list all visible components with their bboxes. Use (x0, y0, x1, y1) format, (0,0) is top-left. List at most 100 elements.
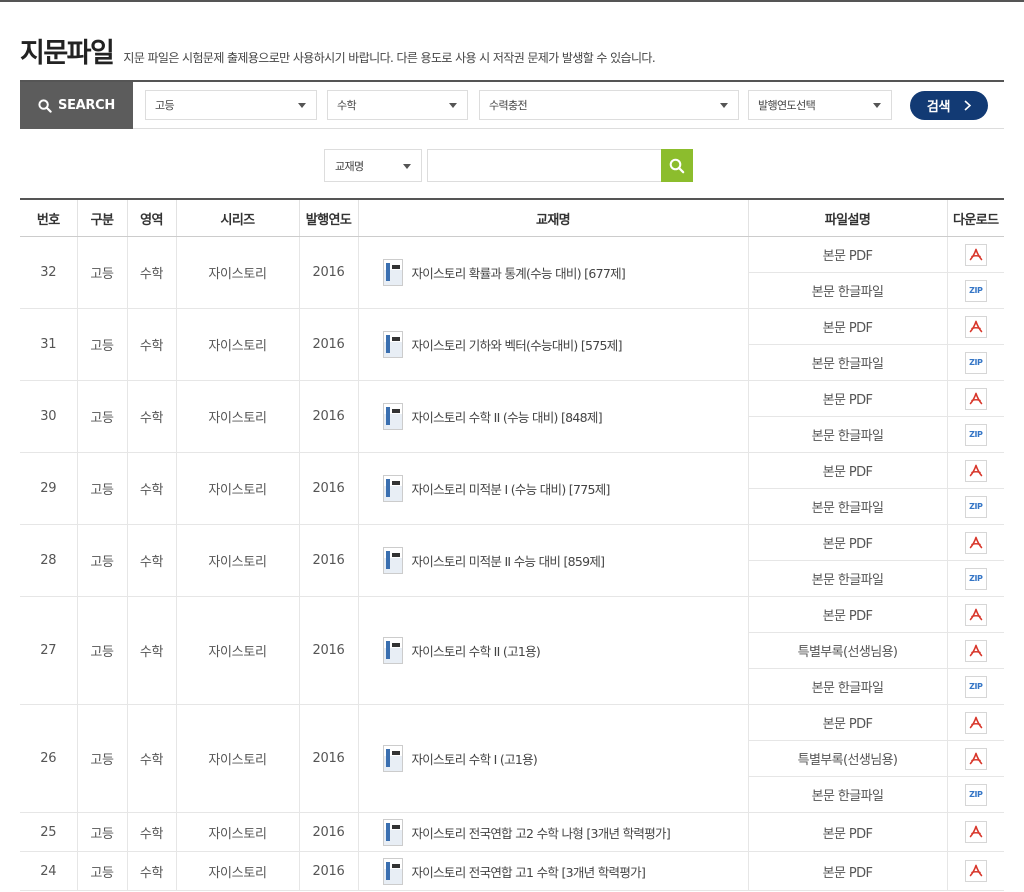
download-cell: ZIP (947, 416, 1004, 453)
caret-down-icon (720, 103, 728, 108)
book-link[interactable]: 자이스토리 수학 II (고1용) (382, 637, 748, 664)
pdf-icon (969, 716, 983, 728)
pdf-download-button[interactable] (964, 459, 987, 482)
file-description: 본문 PDF (822, 249, 873, 264)
zip-icon: ZIP (969, 285, 983, 295)
download-cell (947, 704, 1004, 741)
column-header: 시리즈 (176, 198, 300, 237)
file-description-cell: 특별부록(선생님용) (748, 740, 948, 777)
file-description-cell: 본문 PDF (748, 452, 948, 489)
zip-icon: ZIP (969, 573, 983, 583)
book-cover-thumbnail (382, 818, 403, 846)
row-book: 자이스토리 전국연합 고2 수학 나형 [3개년 학력평가] (358, 812, 749, 852)
row-number: 32 (20, 236, 78, 309)
file-description: 본문 한글파일 (811, 573, 884, 588)
chevron-right-icon (964, 100, 972, 111)
row-year: 2016 (299, 380, 359, 453)
category-select-value: 수력충전 (489, 99, 528, 112)
row-year: 2016 (299, 596, 359, 705)
search-button-label: 검색 (926, 100, 951, 115)
level-select[interactable]: 고등 (145, 90, 317, 120)
row-year: 2016 (299, 308, 359, 381)
zip-download-button[interactable]: ZIP (964, 495, 987, 518)
book-title: 자이스토리 수학 II (고1용) (411, 644, 541, 659)
pdf-download-button[interactable] (964, 243, 987, 266)
table-row: 26 고등 수학 자이스토리 2016 자이스토리 수학 I (고1용) 본문 PDF (20, 704, 1004, 813)
book-cover-thumbnail (382, 259, 403, 286)
book-link[interactable]: 자이스토리 미적분 I (수능 대비) [775제] (382, 475, 748, 502)
row-number: 25 (20, 812, 78, 852)
keyword-search-button[interactable] (661, 149, 693, 182)
book-link[interactable]: 자이스토리 전국연합 고1 수학 [3개년 학력평가] (382, 857, 748, 885)
file-description: 본문 한글파일 (811, 285, 884, 300)
file-description: 본문 한글파일 (811, 681, 884, 696)
row-series: 자이스토리 (176, 236, 300, 309)
file-description: 본문 PDF (822, 465, 873, 480)
book-cover-thumbnail (382, 547, 403, 574)
zip-download-button[interactable]: ZIP (964, 567, 987, 590)
column-header: 교재명 (358, 198, 749, 237)
book-title: 자이스토리 미적분 II 수능 대비 [859제] (411, 554, 606, 569)
book-title: 자이스토리 확률과 통계(수능 대비) [677제] (411, 266, 626, 281)
zip-download-button[interactable]: ZIP (964, 351, 987, 374)
file-description-cell: 본문 PDF (748, 236, 948, 273)
book-link[interactable]: 자이스토리 수학 II (수능 대비) [848제] (382, 403, 748, 430)
page-description: 지문 파일은 시험문제 출제용으로만 사용하시기 바랍니다. 다른 용도로 사용… (123, 51, 656, 65)
pdf-download-button[interactable] (964, 860, 987, 882)
pdf-icon (969, 464, 983, 476)
subject-select[interactable]: 수학 (327, 90, 468, 120)
book-title: 자이스토리 기하와 벡터(수능대비) [575제] (411, 338, 623, 353)
title-row: 지문파일 지문 파일은 시험문제 출제용으로만 사용하시기 바랍니다. 다른 용… (20, 36, 656, 70)
top-divider (0, 0, 1024, 2)
zip-download-button[interactable]: ZIP (964, 675, 987, 698)
row-level: 고등 (77, 236, 128, 309)
download-cell (947, 524, 1004, 561)
row-number: 28 (20, 524, 78, 597)
pdf-download-button[interactable] (964, 531, 987, 554)
zip-download-button[interactable]: ZIP (964, 423, 987, 446)
file-description-cell: 본문 PDF (748, 704, 948, 741)
search-icon (38, 98, 52, 113)
pdf-download-button[interactable] (964, 387, 987, 410)
file-description: 본문 PDF (822, 537, 873, 552)
row-level: 고등 (77, 596, 128, 705)
search-bar: SEARCH 고등 수학 수력충전 발행연도선택 검색 (20, 80, 1004, 129)
row-level: 고등 (77, 308, 128, 381)
book-title: 자이스토리 전국연합 고2 수학 나형 [3개년 학력평가] (411, 825, 671, 841)
row-series: 자이스토리 (176, 812, 300, 852)
pdf-download-button[interactable] (964, 603, 987, 626)
row-level: 고등 (77, 452, 128, 525)
caret-down-icon (403, 164, 411, 169)
pdf-download-button[interactable] (964, 639, 987, 662)
table-row: 29 고등 수학 자이스토리 2016 자이스토리 미적분 I (수능 대비) [775제… (20, 452, 1004, 525)
pdf-download-button[interactable] (964, 711, 987, 734)
keyword-input[interactable] (427, 149, 662, 182)
pdf-icon (969, 825, 983, 838)
book-cover-thumbnail (382, 403, 403, 430)
file-description-cell: 본문 한글파일 (748, 668, 948, 705)
year-select[interactable]: 발행연도선택 (748, 90, 892, 120)
column-header: 파일설명 (748, 198, 948, 237)
pdf-download-button[interactable] (964, 821, 987, 843)
book-link[interactable]: 자이스토리 전국연합 고2 수학 나형 [3개년 학력평가] (382, 818, 748, 846)
category-select[interactable]: 수력충전 (479, 90, 739, 120)
row-subject: 수학 (127, 851, 177, 891)
file-description-cell: 본문 PDF (748, 308, 948, 345)
book-link[interactable]: 자이스토리 확률과 통계(수능 대비) [677제] (382, 259, 748, 286)
download-cell: ZIP (947, 272, 1004, 309)
zip-download-button[interactable]: ZIP (964, 279, 987, 302)
zip-download-button[interactable]: ZIP (964, 783, 987, 806)
row-number: 29 (20, 452, 78, 525)
file-table: 번호 구분 영역 시리즈 발행연도 교재명 파일설명 다운로드 32 고등 수학 자이스토리 2016… (20, 198, 1004, 891)
download-cell (947, 380, 1004, 417)
search-button[interactable]: 검색 (910, 91, 988, 120)
pdf-download-button[interactable] (964, 747, 987, 770)
row-book: 자이스토리 수학 II (수능 대비) [848제] (358, 380, 749, 453)
book-link[interactable]: 자이스토리 수학 I (고1용) (382, 745, 748, 772)
download-cell (947, 308, 1004, 345)
book-link[interactable]: 자이스토리 미적분 II 수능 대비 [859제] (382, 547, 748, 574)
pdf-download-button[interactable] (964, 315, 987, 338)
book-link[interactable]: 자이스토리 기하와 벡터(수능대비) [575제] (382, 331, 748, 358)
field-select[interactable]: 교재명 (324, 149, 422, 182)
row-year: 2016 (299, 812, 359, 852)
